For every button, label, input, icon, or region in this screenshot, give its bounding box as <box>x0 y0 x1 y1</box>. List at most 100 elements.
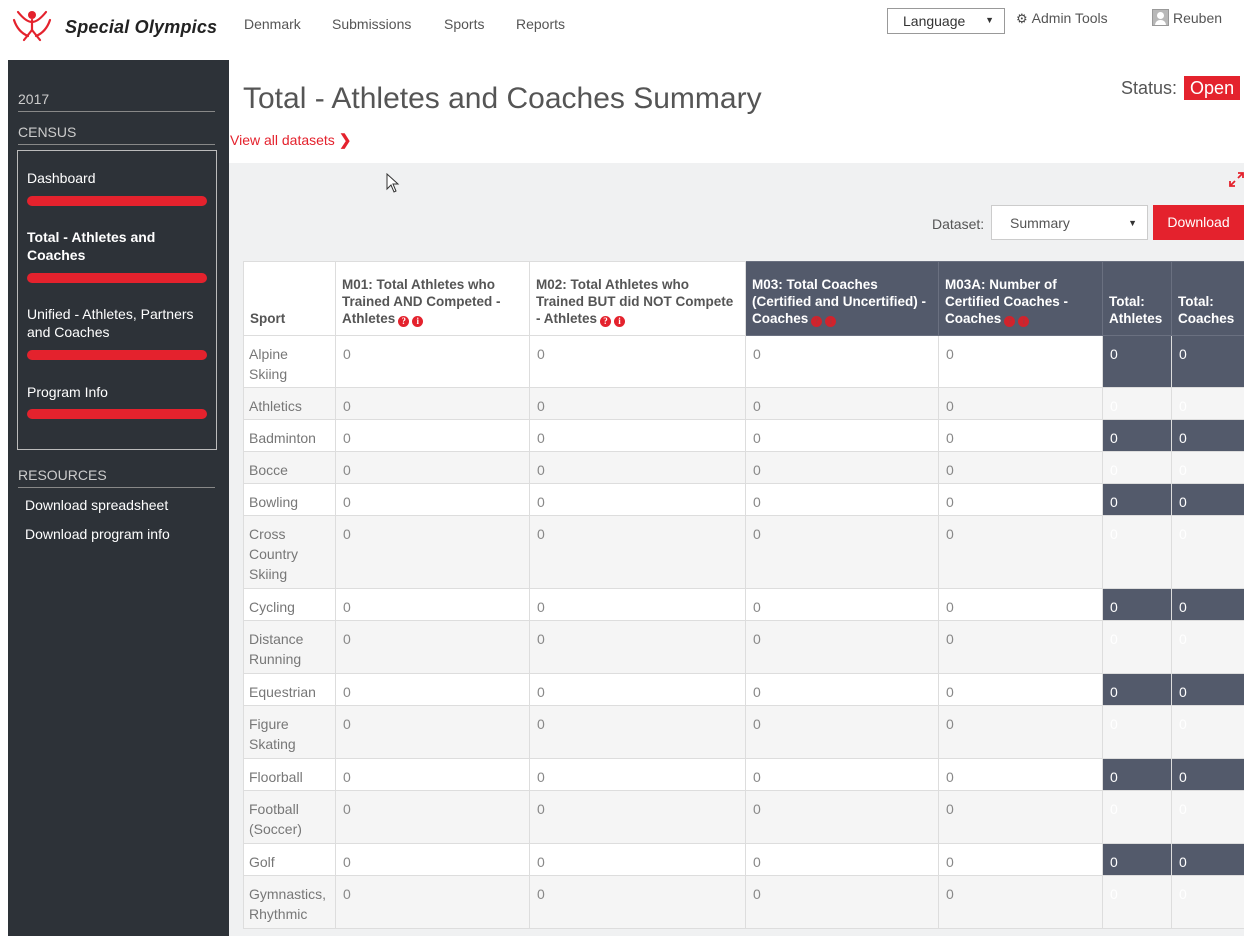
cell-m02[interactable]: 0 <box>529 335 746 388</box>
cell-m02[interactable]: 0 <box>529 790 746 844</box>
question-circle-icon[interactable]: ? <box>811 316 823 327</box>
cell-m03a[interactable]: 0 <box>938 335 1103 388</box>
cell-m03a[interactable]: 0 <box>938 387 1103 420</box>
admin-tools-link[interactable]: ⚙ Admin Tools <box>1016 10 1108 27</box>
cell-m01[interactable]: 0 <box>335 515 530 589</box>
dataset-select[interactable]: Summary ▼ <box>991 205 1148 240</box>
cell-m03a[interactable]: 0 <box>938 673 1103 706</box>
cell-m01[interactable]: 0 <box>335 419 530 452</box>
cell-m03a[interactable]: 0 <box>938 758 1103 791</box>
cell-m03[interactable]: 0 <box>745 875 939 929</box>
table-row: Alpine Skiing 0 0 0 0 0 0 <box>243 335 1244 388</box>
expand-icon[interactable] <box>1229 172 1244 187</box>
cell-m01[interactable]: 0 <box>335 620 530 674</box>
cell-m01[interactable]: 0 <box>335 705 530 759</box>
cell-m03[interactable]: 0 <box>745 843 939 876</box>
cell-m03[interactable]: 0 <box>745 419 939 452</box>
question-circle-icon[interactable]: ? <box>398 316 410 327</box>
cell-m02[interactable]: 0 <box>529 875 746 929</box>
cell-m03[interactable]: 0 <box>745 451 939 484</box>
cell-m02[interactable]: 0 <box>529 588 746 621</box>
cell-m01[interactable]: 0 <box>335 758 530 791</box>
download-spreadsheet-link[interactable]: Download spreadsheet <box>25 497 168 513</box>
cell-m02[interactable]: 0 <box>529 515 746 589</box>
cell-total-coaches: 0 <box>1171 335 1244 388</box>
download-program-info-link[interactable]: Download program info <box>25 526 170 542</box>
cell-m01[interactable]: 0 <box>335 588 530 621</box>
cell-total-coaches: 0 <box>1171 387 1244 420</box>
cell-m02[interactable]: 0 <box>529 451 746 484</box>
cell-m02[interactable]: 0 <box>529 705 746 759</box>
sidebar-item-dashboard[interactable]: Dashboard <box>27 169 207 187</box>
sidebar-item-unified[interactable]: Unified - Athletes, Partners and Coaches <box>27 305 207 341</box>
cell-total-athletes: 0 <box>1102 335 1172 388</box>
question-circle-icon[interactable]: ? <box>1004 316 1016 327</box>
nav-link-reports[interactable]: Reports <box>516 16 565 32</box>
nav-link-submissions[interactable]: Submissions <box>332 16 411 32</box>
view-all-datasets-link[interactable]: View all datasets ❯ <box>230 131 351 149</box>
cell-total-athletes: 0 <box>1102 387 1172 420</box>
cell-m01[interactable]: 0 <box>335 451 530 484</box>
cell-m03a[interactable]: 0 <box>938 843 1103 876</box>
table-row: Football (Soccer) 0 0 0 0 0 0 <box>243 790 1244 844</box>
language-select[interactable]: Language ▼ <box>887 8 1005 34</box>
cell-m03a[interactable]: 0 <box>938 875 1103 929</box>
column-header-m02-label: M02: Total Athletes who Trained BUT did … <box>536 277 734 326</box>
cell-m02[interactable]: 0 <box>529 758 746 791</box>
cell-m03[interactable]: 0 <box>745 588 939 621</box>
cell-m03[interactable]: 0 <box>745 673 939 706</box>
cell-m03a[interactable]: 0 <box>938 790 1103 844</box>
cell-m01[interactable]: 0 <box>335 875 530 929</box>
column-header-sport-label: Sport <box>250 311 286 326</box>
cell-m03a[interactable]: 0 <box>938 483 1103 516</box>
cell-m03[interactable]: 0 <box>745 335 939 388</box>
question-circle-icon[interactable]: ? <box>600 316 612 327</box>
progress-bar-dashboard <box>27 196 207 206</box>
mouse-cursor-icon <box>386 173 400 193</box>
cell-m03[interactable]: 0 <box>745 483 939 516</box>
cell-m02[interactable]: 0 <box>529 419 746 452</box>
cell-total-athletes: 0 <box>1102 875 1172 929</box>
cell-m03[interactable]: 0 <box>745 790 939 844</box>
nav-link-sports[interactable]: Sports <box>444 16 484 32</box>
cell-m01[interactable]: 0 <box>335 483 530 516</box>
cell-m01[interactable]: 0 <box>335 790 530 844</box>
nav-link-denmark[interactable]: Denmark <box>244 16 301 32</box>
special-olympics-logo[interactable]: Special Olympics <box>8 6 228 42</box>
cell-sport: Gymnastics, Rhythmic <box>243 875 336 929</box>
cell-m03a[interactable]: 0 <box>938 588 1103 621</box>
cell-m03a[interactable]: 0 <box>938 419 1103 452</box>
sidebar-item-total-athletes-coaches[interactable]: Total - Athletes and Coaches <box>27 228 207 264</box>
column-header-total-coaches: Total: Coaches <box>1171 261 1244 336</box>
user-menu[interactable]: Reuben <box>1152 9 1222 26</box>
cell-m02[interactable]: 0 <box>529 673 746 706</box>
cell-m03[interactable]: 0 <box>745 705 939 759</box>
info-circle-icon[interactable]: i <box>1018 316 1030 327</box>
cell-m01[interactable]: 0 <box>335 335 530 388</box>
cell-total-athletes: 0 <box>1102 419 1172 452</box>
download-button[interactable]: Download <box>1153 205 1244 240</box>
cell-m01[interactable]: 0 <box>335 843 530 876</box>
cell-m02[interactable]: 0 <box>529 843 746 876</box>
table-row: Athletics 0 0 0 0 0 0 <box>243 387 1244 420</box>
cell-m03[interactable]: 0 <box>745 758 939 791</box>
cell-m03[interactable]: 0 <box>745 387 939 420</box>
cell-m03[interactable]: 0 <box>745 515 939 589</box>
info-circle-icon[interactable]: i <box>825 316 837 327</box>
cell-m02[interactable]: 0 <box>529 620 746 674</box>
info-circle-icon[interactable]: i <box>412 316 424 327</box>
cell-m03a[interactable]: 0 <box>938 705 1103 759</box>
cell-m03a[interactable]: 0 <box>938 620 1103 674</box>
cell-m01[interactable]: 0 <box>335 673 530 706</box>
view-all-datasets-label: View all datasets <box>230 132 335 148</box>
chevron-right-icon: ❯ <box>338 132 352 149</box>
cell-m02[interactable]: 0 <box>529 483 746 516</box>
cell-m03[interactable]: 0 <box>745 620 939 674</box>
page-title: Total - Athletes and Coaches Summary <box>243 82 762 115</box>
sidebar-item-program-info[interactable]: Program Info <box>27 383 207 401</box>
cell-m01[interactable]: 0 <box>335 387 530 420</box>
cell-m02[interactable]: 0 <box>529 387 746 420</box>
cell-m03a[interactable]: 0 <box>938 515 1103 589</box>
cell-m03a[interactable]: 0 <box>938 451 1103 484</box>
info-circle-icon[interactable]: i <box>614 316 626 327</box>
